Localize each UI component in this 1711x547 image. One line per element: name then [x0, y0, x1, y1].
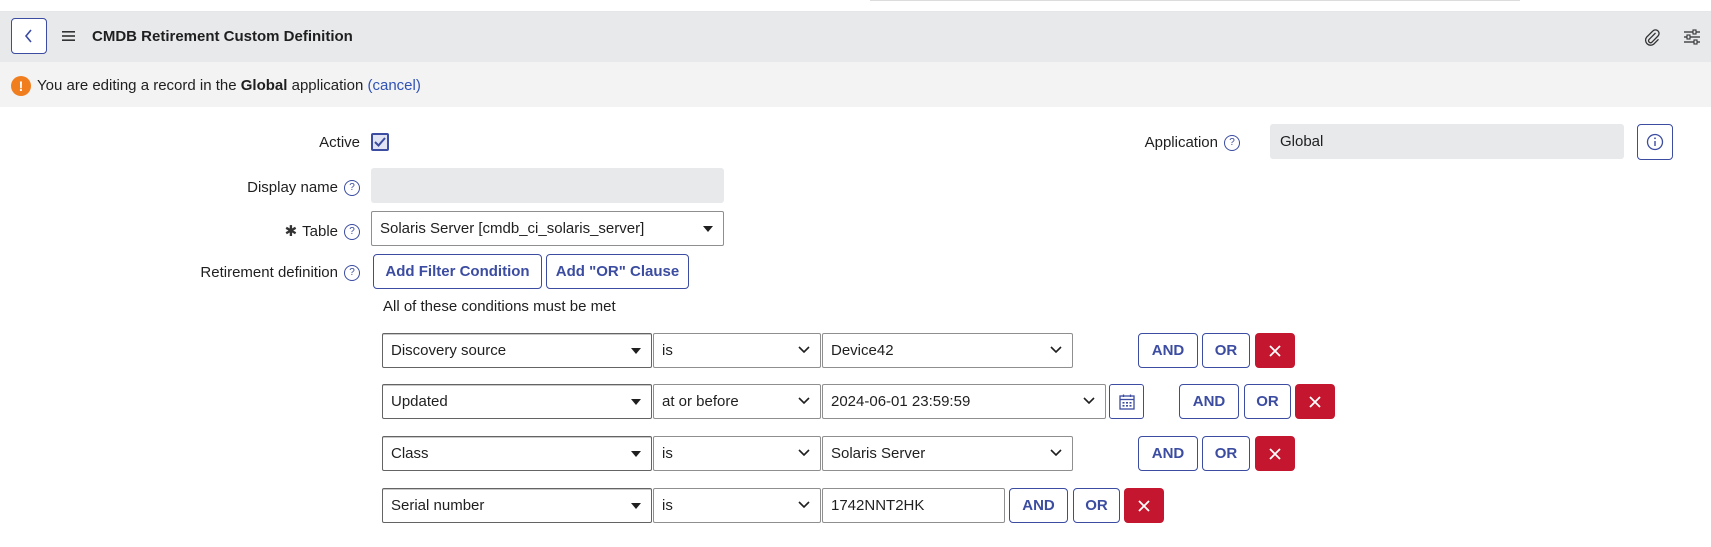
- table-select[interactable]: Solaris Server [cmdb_ci_solaris_server]: [371, 211, 724, 246]
- help-icon[interactable]: ?: [344, 224, 360, 241]
- add-or-clause-button[interactable]: Add "OR" Clause: [546, 254, 689, 289]
- caret-down-icon: [631, 398, 641, 405]
- caret-down-icon: [631, 450, 641, 457]
- caret-down-icon: [631, 502, 641, 509]
- delete-condition-button[interactable]: [1255, 436, 1295, 471]
- close-icon: [1269, 344, 1281, 357]
- chevron-down-icon: [798, 448, 810, 456]
- help-icon[interactable]: ?: [1224, 135, 1240, 152]
- sliders-icon: [1684, 29, 1700, 45]
- close-icon: [1138, 499, 1150, 512]
- chevron-down-icon: [1050, 448, 1062, 456]
- chevron-down-icon: [1050, 345, 1062, 353]
- delete-condition-button[interactable]: [1295, 384, 1335, 419]
- close-icon: [1269, 447, 1281, 460]
- top-strip: [0, 0, 1711, 12]
- and-button[interactable]: AND: [1138, 436, 1198, 471]
- chevron-left-icon: [24, 29, 32, 43]
- or-button[interactable]: OR: [1073, 488, 1120, 523]
- application-field: Global: [1270, 124, 1624, 159]
- condition-field-select[interactable]: Discovery source: [382, 333, 652, 368]
- chevron-down-icon: [1083, 396, 1095, 404]
- warning-icon: !: [11, 76, 31, 96]
- notice-message: You are editing a record in the Global a…: [37, 77, 421, 94]
- hamburger-icon[interactable]: [62, 30, 76, 42]
- back-button[interactable]: [11, 18, 47, 54]
- delete-condition-button[interactable]: [1255, 333, 1295, 368]
- retirement-definition-label: Retirement definition?: [100, 264, 360, 282]
- condition-operator-select[interactable]: is: [653, 333, 821, 368]
- paperclip-icon: [1644, 29, 1660, 46]
- caret-down-icon: [631, 347, 641, 354]
- active-checkbox[interactable]: [371, 133, 389, 151]
- chevron-down-icon: [798, 500, 810, 508]
- display-name-label: Display name?: [150, 179, 360, 197]
- and-button[interactable]: AND: [1009, 488, 1068, 523]
- condition-field-select[interactable]: Class: [382, 436, 652, 471]
- caret-down-icon: [703, 225, 713, 232]
- cancel-link[interactable]: (cancel): [368, 77, 421, 94]
- notice-app-name: Global: [240, 77, 288, 94]
- chevron-down-icon: [798, 345, 810, 353]
- and-button[interactable]: AND: [1179, 384, 1239, 419]
- application-label: Application?: [1100, 134, 1240, 152]
- info-icon: [1646, 133, 1664, 151]
- add-filter-condition-button[interactable]: Add Filter Condition: [373, 254, 542, 289]
- active-label: Active: [319, 134, 360, 151]
- required-icon: ✱: [284, 223, 298, 240]
- help-icon[interactable]: ?: [344, 265, 360, 282]
- chevron-down-icon: [798, 396, 810, 404]
- table-label: ✱ Table?: [150, 222, 360, 241]
- condition-date-select[interactable]: 2024-06-01 23:59:59: [822, 384, 1106, 419]
- calendar-icon: [1118, 394, 1135, 410]
- conditions-heading: All of these conditions must be met: [383, 298, 616, 315]
- condition-value-select[interactable]: Solaris Server: [822, 436, 1073, 471]
- or-button[interactable]: OR: [1202, 436, 1250, 471]
- condition-field-select[interactable]: Updated: [382, 384, 652, 419]
- page-title: CMDB Retirement Custom Definition: [92, 28, 353, 45]
- application-info-button[interactable]: [1637, 124, 1673, 160]
- personalize-form-button[interactable]: [1681, 26, 1703, 48]
- calendar-button[interactable]: [1109, 384, 1144, 419]
- and-button[interactable]: AND: [1138, 333, 1198, 368]
- checkmark-icon: [374, 137, 386, 147]
- condition-field-select[interactable]: Serial number: [382, 488, 652, 523]
- or-button[interactable]: OR: [1202, 333, 1250, 368]
- or-button[interactable]: OR: [1244, 384, 1291, 419]
- display-name-field: [371, 168, 724, 203]
- condition-value-select[interactable]: Device42: [822, 333, 1073, 368]
- condition-value-input[interactable]: 1742NNT2HK: [822, 488, 1005, 523]
- condition-operator-select[interactable]: is: [653, 436, 821, 471]
- help-icon[interactable]: ?: [344, 180, 360, 197]
- attachment-button[interactable]: [1641, 26, 1663, 48]
- delete-condition-button[interactable]: [1124, 488, 1164, 523]
- condition-operator-select[interactable]: at or before: [653, 384, 821, 419]
- close-icon: [1309, 395, 1321, 408]
- condition-operator-select[interactable]: is: [653, 488, 821, 523]
